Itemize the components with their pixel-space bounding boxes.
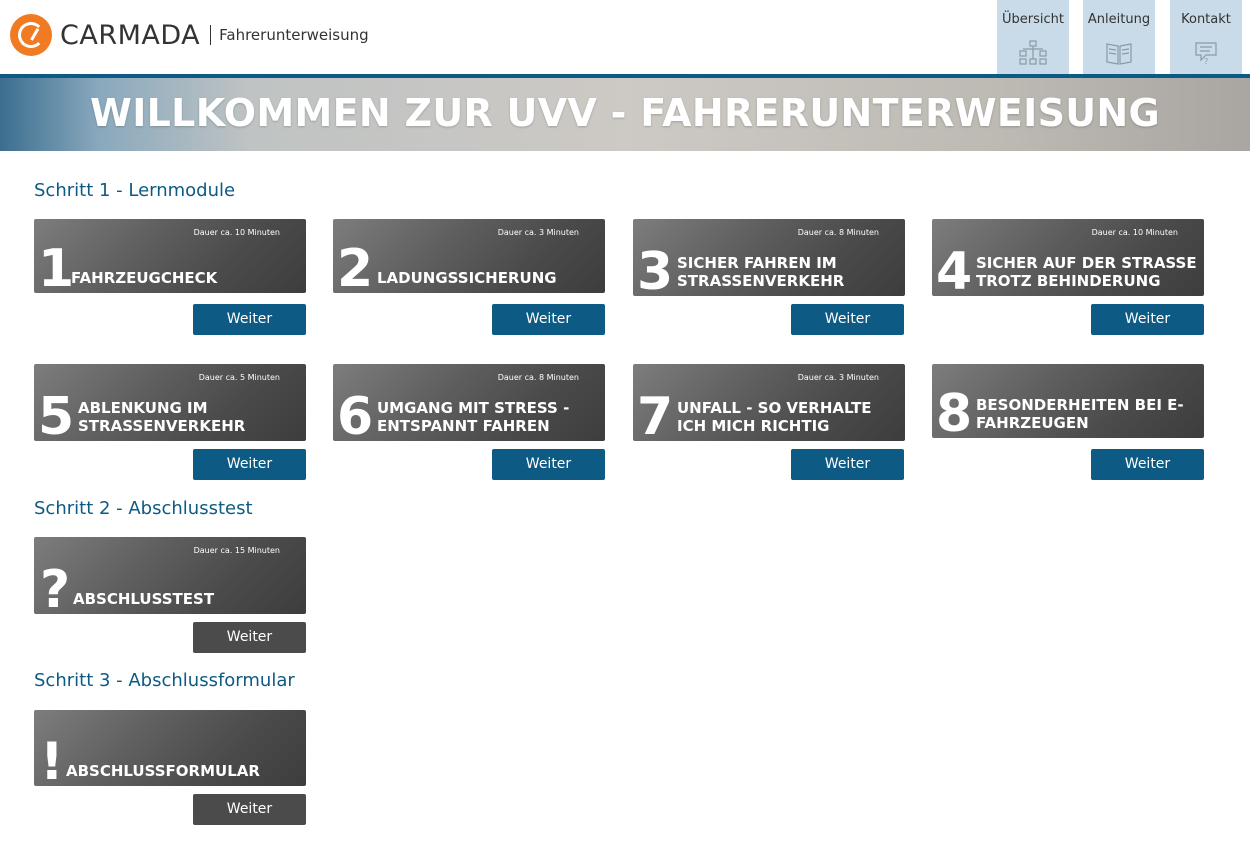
nav-kontakt-label: Kontakt bbox=[1181, 12, 1231, 27]
weiter-button-module-2[interactable]: Weiter bbox=[492, 304, 605, 335]
module-title: ABLENKUNG IM STRASSENVERKEHR bbox=[78, 399, 246, 435]
header: CARMADA Fahrerunterweisung Übersicht Anl… bbox=[0, 0, 1250, 74]
section-title-step1: Schritt 1 - Lernmodule bbox=[34, 180, 236, 201]
module-card-3[interactable]: Dauer ca. 8 Minuten 3 SICHER FAHREN IM S… bbox=[633, 219, 905, 296]
module-duration: Dauer ca. 5 Minuten bbox=[198, 373, 280, 382]
hero-banner: WILLKOMMEN ZUR UVV - FAHRERUNTERWEISUNG bbox=[0, 78, 1250, 151]
module-title: FAHRZEUGCHECK bbox=[71, 269, 218, 287]
module-number: 5 bbox=[38, 387, 75, 441]
module-title: SICHER AUF DER STRASSE TROTZ BEHINDERUNG bbox=[976, 254, 1197, 290]
form-title: ABSCHLUSSFORMULAR bbox=[66, 762, 260, 780]
module-number: 8 bbox=[936, 384, 973, 438]
weiter-button-module-5[interactable]: Weiter bbox=[193, 449, 306, 480]
module-card-1[interactable]: Dauer ca. 10 Minuten 1 FAHRZEUGCHECK bbox=[34, 219, 306, 293]
test-title: ABSCHLUSSTEST bbox=[73, 590, 215, 608]
form-symbol: ! bbox=[40, 732, 64, 786]
nav-anleitung-label: Anleitung bbox=[1087, 12, 1151, 27]
weiter-button-module-6[interactable]: Weiter bbox=[492, 449, 605, 480]
module-title: BESONDERHEITEN BEI E-FAHRZEUGEN bbox=[976, 396, 1184, 432]
weiter-button-module-7[interactable]: Weiter bbox=[791, 449, 904, 480]
weiter-button-test[interactable]: Weiter bbox=[193, 622, 306, 653]
module-number: 4 bbox=[936, 242, 973, 296]
module-number: 6 bbox=[337, 387, 374, 441]
logo[interactable]: CARMADA Fahrerunterweisung bbox=[10, 14, 369, 56]
module-title: SICHER FAHREN IM STRASSENVERKEHR bbox=[677, 254, 845, 290]
section-title-step3: Schritt 3 - Abschlussformular bbox=[34, 670, 295, 691]
module-title: UNFALL - SO VERHALTE ICH MICH RICHTIG bbox=[677, 399, 872, 435]
test-duration: Dauer ca. 15 Minuten bbox=[193, 546, 280, 555]
speedometer-logo-icon bbox=[10, 14, 52, 56]
module-title: LADUNGSSICHERUNG bbox=[377, 269, 557, 287]
module-duration: Dauer ca. 8 Minuten bbox=[497, 373, 579, 382]
module-duration: Dauer ca. 3 Minuten bbox=[497, 228, 579, 237]
module-number: 2 bbox=[337, 239, 374, 293]
module-card-4[interactable]: Dauer ca. 10 Minuten 4 SICHER AUF DER ST… bbox=[932, 219, 1204, 296]
logo-divider bbox=[210, 25, 212, 45]
module-duration: Dauer ca. 8 Minuten bbox=[797, 228, 879, 237]
module-number: 1 bbox=[38, 239, 75, 293]
weiter-button-module-4[interactable]: Weiter bbox=[1091, 304, 1204, 335]
nav-uebersicht[interactable]: Übersicht bbox=[997, 0, 1069, 74]
test-symbol: ? bbox=[40, 560, 71, 614]
section-title-step2: Schritt 2 - Abschlusstest bbox=[34, 498, 253, 519]
test-card[interactable]: Dauer ca. 15 Minuten ? ABSCHLUSSTEST bbox=[34, 537, 306, 614]
module-card-5[interactable]: Dauer ca. 5 Minuten 5 ABLENKUNG IM STRAS… bbox=[34, 364, 306, 441]
module-duration: Dauer ca. 10 Minuten bbox=[1091, 228, 1178, 237]
nav-uebersicht-label: Übersicht bbox=[1002, 12, 1064, 27]
nav-kontakt[interactable]: Kontakt ? bbox=[1170, 0, 1242, 74]
page-title: WILLKOMMEN ZUR UVV - FAHRERUNTERWEISUNG bbox=[90, 91, 1160, 135]
module-card-7[interactable]: Dauer ca. 3 Minuten 7 UNFALL - SO VERHAL… bbox=[633, 364, 905, 441]
module-number: 7 bbox=[637, 387, 674, 441]
module-card-8[interactable]: 8 BESONDERHEITEN BEI E-FAHRZEUGEN bbox=[932, 364, 1204, 438]
weiter-button-form[interactable]: Weiter bbox=[193, 794, 306, 825]
chat-question-icon: ? bbox=[1195, 42, 1217, 66]
brand-name: CARMADA bbox=[60, 19, 201, 51]
module-card-6[interactable]: Dauer ca. 8 Minuten 6 UMGANG MIT STRESS … bbox=[333, 364, 605, 441]
weiter-button-module-8[interactable]: Weiter bbox=[1091, 449, 1204, 480]
sitemap-icon bbox=[1019, 40, 1047, 65]
weiter-button-module-1[interactable]: Weiter bbox=[193, 304, 306, 335]
module-number: 3 bbox=[637, 242, 674, 296]
form-card[interactable]: ! ABSCHLUSSFORMULAR bbox=[34, 710, 306, 786]
module-card-2[interactable]: Dauer ca. 3 Minuten 2 LADUNGSSICHERUNG bbox=[333, 219, 605, 293]
module-duration: Dauer ca. 3 Minuten bbox=[797, 373, 879, 382]
nav-anleitung[interactable]: Anleitung bbox=[1083, 0, 1155, 74]
module-title: UMGANG MIT STRESS - ENTSPANNT FAHREN bbox=[377, 399, 570, 435]
brand-subtitle: Fahrerunterweisung bbox=[219, 26, 369, 44]
weiter-button-module-3[interactable]: Weiter bbox=[791, 304, 904, 335]
book-icon bbox=[1106, 43, 1132, 65]
module-duration: Dauer ca. 10 Minuten bbox=[193, 228, 280, 237]
svg-text:?: ? bbox=[1204, 57, 1208, 66]
